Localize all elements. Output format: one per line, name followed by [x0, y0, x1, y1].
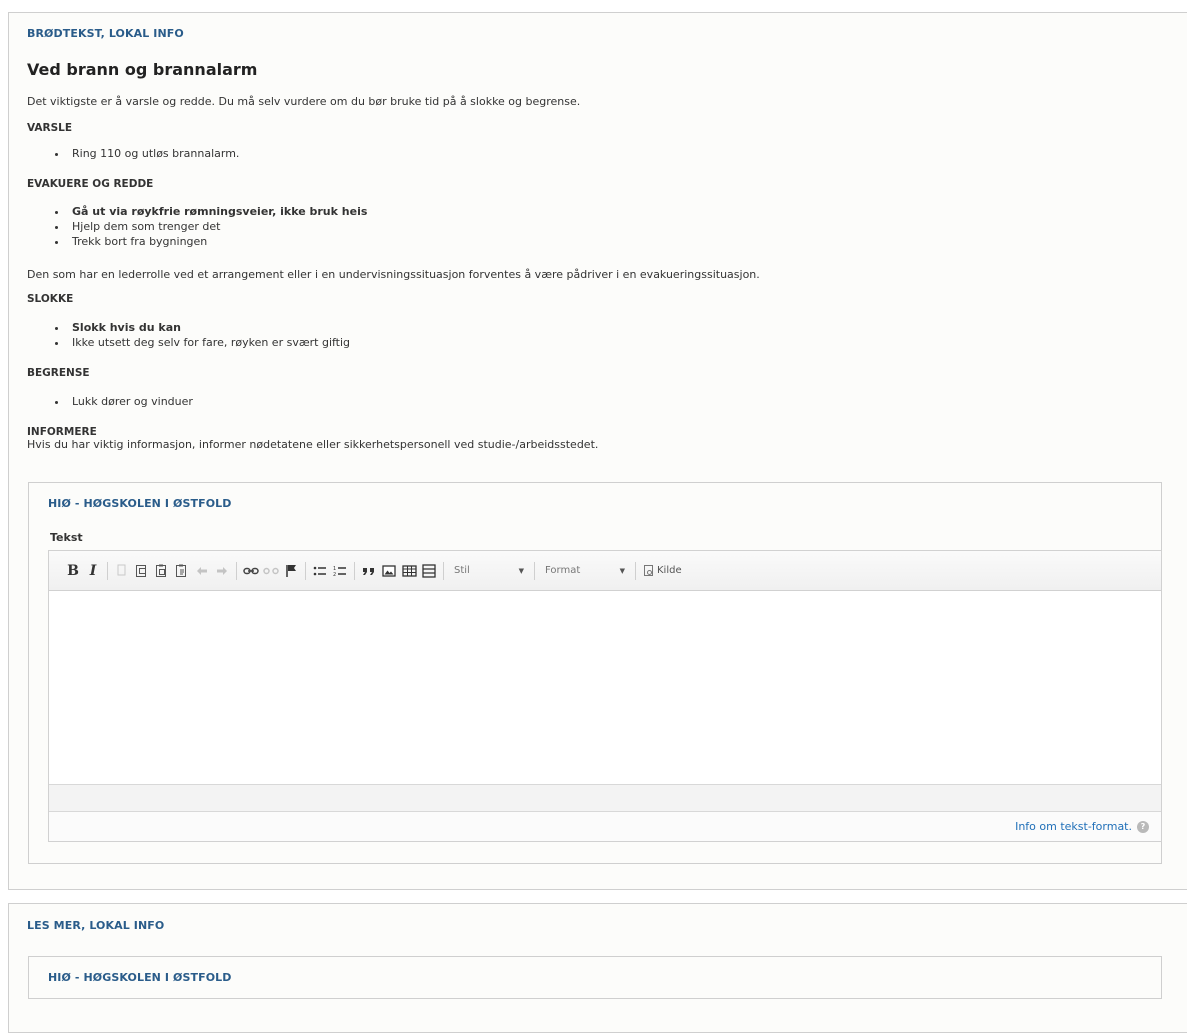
section-heading-begrense: BEGRENSE	[27, 367, 90, 379]
editor-footer: Info om tekst-format. ?	[49, 812, 1161, 841]
source-button[interactable]: Kilde	[640, 565, 682, 576]
fieldset-read-more-local-info: LES MER, LOKAL INFO HIØ - HØGSKOLEN I ØS…	[8, 903, 1187, 1033]
section-heading-evakuere: EVAKUERE OG REDDE	[27, 178, 154, 190]
fieldset-institution: HIØ - HØGSKOLEN I ØSTFOLD Tekst B I 1 2 …	[28, 482, 1162, 864]
leader-note: Den som har en lederrolle ved et arrange…	[27, 268, 760, 281]
horizontal-rule-icon[interactable]	[419, 560, 439, 582]
editor-toolbar: B I 1 2 Stil ▼ Format ▼ Kilde	[49, 551, 1161, 591]
rich-text-editor: B I 1 2 Stil ▼ Format ▼ Kilde Info om te…	[48, 550, 1162, 842]
paste-icon[interactable]	[152, 560, 172, 582]
link-icon[interactable]	[241, 560, 261, 582]
inform-text: Hvis du har viktig informasjon, informer…	[27, 438, 599, 451]
list-item: Ikke utsett deg selv for fare, røyken er…	[68, 335, 350, 350]
toolbar-separator	[354, 561, 355, 580]
toolbar-separator	[534, 561, 535, 580]
numbered-list-icon[interactable]: 12	[330, 560, 350, 582]
editor-status-bar	[49, 784, 1161, 812]
source-label: Kilde	[657, 565, 682, 576]
redo-icon[interactable]	[212, 560, 232, 582]
list-item: Ring 110 og utløs brannalarm.	[68, 146, 239, 162]
format-dropdown-label: Format	[545, 565, 581, 576]
svg-text:2: 2	[333, 572, 336, 577]
style-dropdown-label: Stil	[454, 565, 470, 576]
editor-content-area[interactable]	[49, 591, 1161, 784]
bulleted-list-icon[interactable]	[310, 560, 330, 582]
content-title: Ved brann og brannalarm	[27, 60, 258, 79]
help-icon[interactable]: ?	[1137, 820, 1149, 833]
toolbar-separator	[236, 561, 237, 580]
toolbar-separator	[443, 561, 444, 580]
style-dropdown[interactable]: Stil ▼	[448, 560, 530, 582]
list-evakuere: Gå ut via røykfrie rømningsveier, ikke b…	[27, 204, 367, 249]
list-item: Slokk hvis du kan	[68, 320, 350, 335]
list-begrense: Lukk dører og vinduer	[27, 394, 193, 410]
section-heading-informere: INFORMERE	[27, 426, 97, 438]
list-item: Hjelp dem som trenger det	[68, 219, 367, 234]
list-varsle: Ring 110 og utløs brannalarm.	[27, 146, 239, 162]
blockquote-icon[interactable]	[359, 560, 379, 582]
unlink-icon[interactable]	[261, 560, 281, 582]
section-heading-varsle: VARSLE	[27, 122, 73, 134]
chevron-down-icon: ▼	[518, 566, 524, 575]
italic-button[interactable]: I	[83, 560, 103, 582]
content-intro: Det viktigste er å varsle og redde. Du m…	[27, 95, 581, 108]
section-heading-slokke: SLOKKE	[27, 293, 74, 305]
list-item: Lukk dører og vinduer	[68, 394, 193, 410]
table-icon[interactable]	[399, 560, 419, 582]
toolbar-separator	[635, 561, 636, 580]
cut-icon[interactable]	[112, 560, 132, 582]
format-dropdown[interactable]: Format ▼	[539, 560, 631, 582]
chevron-down-icon: ▼	[619, 566, 625, 575]
toolbar-separator	[107, 561, 108, 580]
text-field-label: Tekst	[50, 531, 83, 544]
fieldset-body-local-info: BRØDTEKST, LOKAL INFO Ved brann og brann…	[8, 12, 1187, 890]
institution-legend[interactable]: HIØ - HØGSKOLEN I ØSTFOLD	[48, 497, 232, 510]
fieldset-legend: BRØDTEKST, LOKAL INFO	[27, 27, 184, 40]
paste-text-icon[interactable]	[172, 560, 192, 582]
fieldset-legend: LES MER, LOKAL INFO	[27, 919, 165, 932]
bold-button[interactable]: B	[63, 560, 83, 582]
image-icon[interactable]	[379, 560, 399, 582]
institution-legend[interactable]: HIØ - HØGSKOLEN I ØSTFOLD	[48, 971, 232, 984]
list-item: Trekk bort fra bygningen	[68, 234, 367, 249]
undo-icon[interactable]	[192, 560, 212, 582]
copy-icon[interactable]	[132, 560, 152, 582]
toolbar-separator	[305, 561, 306, 580]
list-item: Gå ut via røykfrie rømningsveier, ikke b…	[68, 204, 367, 219]
fieldset-institution-collapsed: HIØ - HØGSKOLEN I ØSTFOLD	[28, 956, 1162, 999]
text-format-info-link[interactable]: Info om tekst-format.	[1015, 820, 1132, 833]
anchor-flag-icon[interactable]	[281, 560, 301, 582]
source-icon	[644, 565, 653, 576]
list-slokke: Slokk hvis du kan Ikke utsett deg selv f…	[27, 320, 350, 350]
